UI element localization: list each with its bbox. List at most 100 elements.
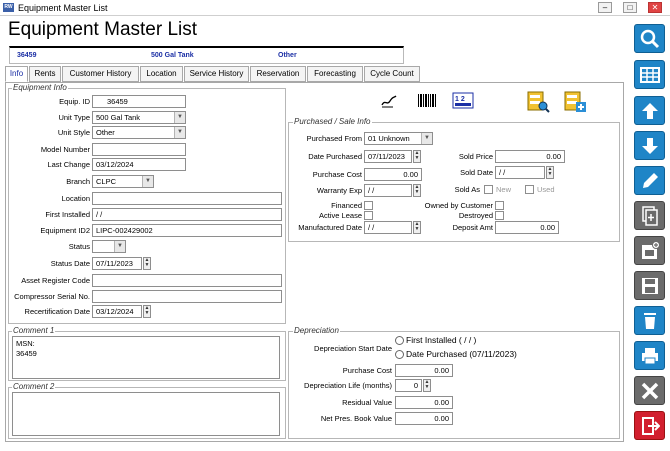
equipment-id2-label: Equipment ID2: [40, 226, 90, 235]
last-change-field[interactable]: 03/12/2024: [92, 158, 186, 171]
close-window-button[interactable]: ✕: [648, 2, 662, 13]
summary-id: 36459: [17, 52, 37, 59]
tab-location[interactable]: Location: [140, 66, 183, 82]
unit-type-select[interactable]: 500 Gal Tank ▼: [92, 111, 186, 124]
new-folder-icon[interactable]: [563, 89, 587, 113]
purchase-sale-legend: Purchased / Sale Info: [293, 117, 372, 126]
deposit-amt-field[interactable]: 0.00: [495, 221, 559, 234]
recertification-date-field[interactable]: 03/12/2024: [92, 305, 142, 318]
grid-view-button[interactable]: [634, 60, 665, 89]
sold-date-field[interactable]: / /: [495, 166, 545, 179]
comment1-textarea[interactable]: MSN: 36459: [12, 336, 280, 379]
active-lease-checkbox[interactable]: [364, 211, 373, 220]
window-title: Equipment Master List: [18, 3, 108, 13]
print-button[interactable]: [634, 341, 665, 370]
compressor-serial-label: Compressor Serial No.: [14, 292, 90, 301]
purchased-from-value: 01 Unknown: [368, 134, 410, 143]
summary-description: 500 Gal Tank: [151, 52, 194, 59]
sold-date-label: Sold Date: [460, 168, 493, 177]
tab-reservation[interactable]: Reservation: [250, 66, 306, 82]
dep-purchase-cost-field[interactable]: 0.00: [395, 364, 453, 377]
chevron-down-icon: ▼: [174, 112, 185, 123]
date-purchased-field[interactable]: 07/11/2023: [364, 150, 412, 163]
location-field[interactable]: [92, 192, 282, 205]
maximize-button[interactable]: □: [623, 2, 637, 13]
warranty-exp-field[interactable]: / /: [364, 184, 412, 197]
manufactured-date-field[interactable]: / /: [364, 221, 412, 234]
model-number-field[interactable]: [92, 143, 186, 156]
status-select[interactable]: ▼: [92, 240, 126, 253]
depreciation-life-spinner[interactable]: ▲ ▼: [423, 379, 431, 392]
sold-price-field[interactable]: 0.00: [495, 150, 565, 163]
comment2-textarea[interactable]: [12, 392, 280, 436]
warranty-exp-spinner[interactable]: ▲ ▼: [413, 184, 421, 197]
purchased-from-select[interactable]: 01 Unknown ▼: [364, 132, 433, 145]
purchase-cost-field[interactable]: 0.00: [364, 168, 422, 181]
location-label: Location: [61, 194, 90, 203]
tab-rents[interactable]: Rents: [29, 66, 61, 82]
barcode-icon[interactable]: [417, 93, 437, 108]
manufactured-date-spinner[interactable]: ▲ ▼: [413, 221, 421, 234]
next-record-button[interactable]: [634, 131, 665, 160]
status-date-spinner[interactable]: ▲ ▼: [143, 257, 151, 270]
search-icon: [640, 29, 660, 49]
sold-as-new-label: New: [496, 185, 512, 194]
close-icon: [641, 382, 659, 400]
unit-type-label: Unit Type: [58, 113, 90, 122]
net-pres-book-value-label: Net Pres. Book Value: [320, 414, 392, 423]
residual-value-field[interactable]: 0.00: [395, 396, 453, 409]
exit-icon: [642, 417, 660, 435]
cancel-button[interactable]: [634, 376, 665, 405]
dep-purchase-cost-label: Purchase Cost: [342, 366, 392, 375]
first-installed-field[interactable]: / /: [92, 208, 282, 221]
start-first-installed-label: First Installed ( / / ): [406, 335, 477, 345]
sold-as-used-checkbox[interactable]: [525, 185, 534, 194]
sold-as-used-label: Used: [537, 185, 555, 194]
edit-button[interactable]: [634, 166, 665, 195]
search-button[interactable]: [634, 24, 665, 53]
equipment-id2-field[interactable]: LIPC-002429002: [92, 224, 282, 237]
start-first-installed-radio[interactable]: [395, 336, 404, 345]
owned-by-customer-checkbox[interactable]: [495, 201, 504, 210]
sold-as-new-checkbox[interactable]: [484, 185, 493, 194]
start-date-purchased-radio[interactable]: [395, 350, 404, 359]
save-icon: [642, 278, 658, 294]
model-number-label: Model Number: [40, 145, 90, 154]
save-button[interactable]: [634, 271, 665, 300]
recertification-date-spinner[interactable]: ▲ ▼: [143, 305, 151, 318]
sold-price-label: Sold Price: [458, 152, 493, 161]
add-record-button[interactable]: [634, 236, 665, 265]
net-pres-book-value-field[interactable]: 0.00: [395, 412, 453, 425]
equipment-info-legend: Equipment Info: [12, 83, 68, 92]
equip-id-field[interactable]: 36459: [92, 95, 186, 108]
depreciation-life-field[interactable]: 0: [395, 379, 422, 392]
financed-checkbox[interactable]: [364, 201, 373, 210]
asset-register-field[interactable]: [92, 274, 282, 287]
exit-button[interactable]: [634, 411, 665, 440]
previous-record-button[interactable]: [634, 96, 665, 125]
manufactured-date-label: Manufactured Date: [298, 223, 362, 232]
tab-forecasting[interactable]: Forecasting: [307, 66, 363, 82]
tab-customer-history[interactable]: Customer History: [62, 66, 139, 82]
chevron-down-icon: ▼: [142, 176, 153, 187]
sold-date-spinner[interactable]: ▲ ▼: [546, 166, 554, 179]
minimize-button[interactable]: –: [598, 2, 612, 13]
first-installed-label: First Installed: [45, 210, 90, 219]
signature-icon[interactable]: [381, 94, 399, 108]
copy-record-button[interactable]: [634, 201, 665, 230]
unit-type-value: 500 Gal Tank: [96, 113, 141, 122]
chevron-down-icon: ▼: [114, 241, 125, 252]
branch-select[interactable]: CLPC ▼: [92, 175, 154, 188]
numbers-icon[interactable]: 1 2: [452, 92, 474, 109]
tab-cycle-count[interactable]: Cycle Count: [364, 66, 420, 82]
destroyed-checkbox[interactable]: [495, 211, 504, 220]
date-purchased-spinner[interactable]: ▲ ▼: [413, 150, 421, 163]
compressor-serial-field[interactable]: [92, 290, 282, 303]
unit-style-select[interactable]: Other ▼: [92, 126, 186, 139]
search-folder-icon[interactable]: [526, 89, 550, 113]
status-date-field[interactable]: 07/11/2023: [92, 257, 142, 270]
tab-info[interactable]: Info: [5, 66, 28, 82]
tab-service-history[interactable]: Service History: [184, 66, 249, 82]
residual-value-label: Residual Value: [342, 398, 392, 407]
delete-button[interactable]: [634, 306, 665, 335]
